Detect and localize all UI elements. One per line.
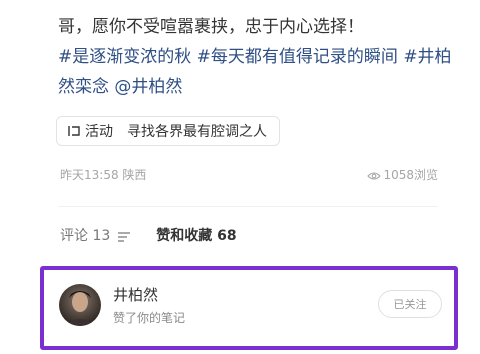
sort-icon[interactable] <box>118 230 131 242</box>
notification-user-name[interactable]: 井柏然 <box>113 284 158 305</box>
post-tags-line: #是逐渐变浓的秋 #每天都有值得记录的瞬间 #井柏 <box>58 42 458 72</box>
post-time-location: 昨天13:58 陕西 <box>60 166 146 183</box>
note-detail-page: 哥，愿你不受喧嚣裹挟，忠于内心选择！ #是逐渐变浓的秋 #每天都有值得记录的瞬间… <box>0 0 480 354</box>
post-content: 哥，愿你不受喧嚣裹挟，忠于内心选择！ #是逐渐变浓的秋 #每天都有值得记录的瞬间… <box>58 12 458 102</box>
notification-action-text: 赞了你的笔记 <box>113 311 186 325</box>
post-meta: 昨天13:58 陕西 1058浏览 <box>60 166 438 184</box>
hashtag-link[interactable]: #是逐渐变浓的秋 <box>58 47 191 67</box>
interaction-tabs: 评论 13 赞和收藏 68 <box>60 225 237 245</box>
tab-comments-label: 评论 13 <box>60 228 111 244</box>
tab-comments[interactable]: 评论 13 <box>60 225 131 245</box>
post-text-line: 哥，愿你不受喧嚣裹挟，忠于内心选择！ <box>58 17 364 37</box>
post-tags-line: 然栾念 @井柏然 <box>58 72 458 102</box>
section-divider <box>58 206 438 207</box>
post-location: 陕西 <box>122 168 147 182</box>
activity-chip[interactable]: 活动 寻找各界最有腔调之人 <box>56 116 280 146</box>
hashtag-link[interactable]: #井柏 <box>403 47 451 67</box>
activity-tag-icon <box>67 124 81 138</box>
activity-title: 寻找各界最有腔调之人 <box>127 124 267 140</box>
eye-icon <box>367 170 382 180</box>
view-count-text: 1058浏览 <box>383 168 438 182</box>
hashtag-link-continued[interactable]: 然栾念 <box>58 77 109 97</box>
following-button[interactable]: 已关注 <box>378 290 442 318</box>
activity-label: 活动 <box>85 124 113 140</box>
tab-likes-and-collections[interactable]: 赞和收藏 68 <box>156 225 236 245</box>
avatar[interactable] <box>59 284 101 326</box>
post-time: 昨天13:58 <box>60 168 119 182</box>
hashtag-link[interactable]: #每天都有值得记录的瞬间 <box>197 47 398 67</box>
view-count: 1058浏览 <box>367 166 438 183</box>
mention-link[interactable]: @井柏然 <box>114 77 182 97</box>
